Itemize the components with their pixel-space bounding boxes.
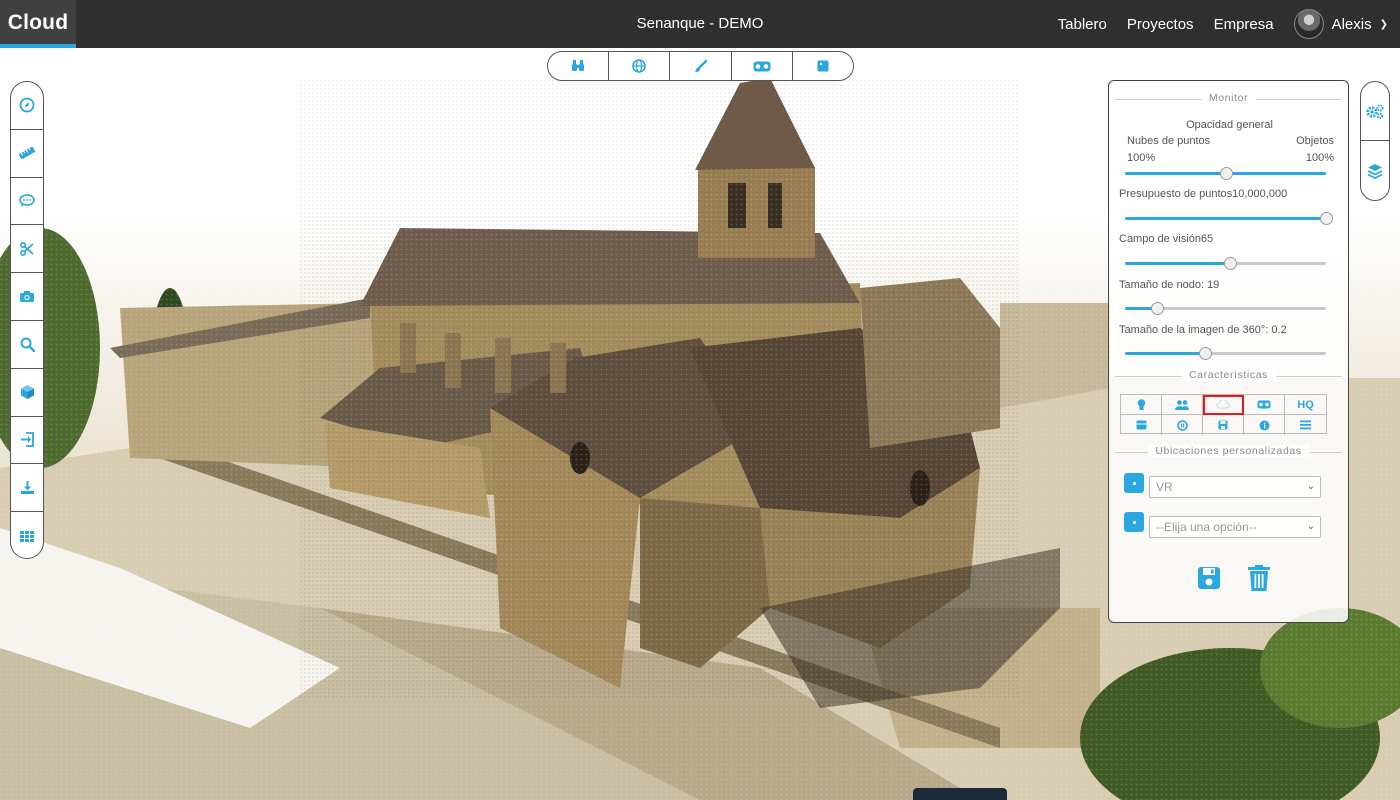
location-select-option[interactable]: --Elija una opción-- ⌄ [1149, 516, 1321, 538]
brush-icon[interactable] [670, 52, 732, 80]
camera-icon[interactable] [11, 273, 43, 321]
top-navbar: Cloud Senanque - DEMO Tablero Proyectos … [0, 0, 1400, 48]
cube-icon[interactable] [11, 369, 43, 417]
location-marker-button[interactable] [1124, 473, 1144, 493]
brand-logo[interactable]: Cloud [0, 0, 76, 48]
custom-locations-title: Ubicaciones personalizadas [1147, 445, 1310, 457]
grid-icon[interactable] [11, 512, 43, 558]
save-icon [1198, 567, 1220, 589]
hq-button[interactable]: HQ [1285, 395, 1326, 415]
settings-icon[interactable] [1361, 82, 1389, 141]
chevron-down-icon: ⌄ [1306, 481, 1315, 492]
node-size-label: Tamaño de nodo: 19 [1119, 279, 1220, 291]
nav-link-proyectos[interactable]: Proyectos [1127, 16, 1194, 33]
point-clouds-label: Nubes de puntos [1127, 135, 1211, 147]
binoculars-icon[interactable] [548, 52, 610, 80]
nav-link-tablero[interactable]: Tablero [1058, 16, 1107, 33]
opacity-slider[interactable] [1125, 167, 1326, 180]
import-icon[interactable] [11, 417, 43, 465]
custom-locations-section: Ubicaciones personalizadas [1115, 445, 1342, 457]
monitor-title: Monitor [1200, 92, 1257, 104]
nav-links: Tablero Proyectos Empresa Alexis ❯ [1058, 0, 1388, 48]
info-icon[interactable] [1244, 415, 1285, 435]
download-icon[interactable] [11, 464, 43, 513]
monitor-section: Monitor [1115, 92, 1342, 104]
save-icon[interactable] [1203, 415, 1244, 435]
objects-label: Objetos [1296, 135, 1334, 147]
monitor-panel: Monitor Opacidad general Nubes de puntos… [1108, 80, 1349, 623]
fov-label: Campo de visión65 [1119, 233, 1214, 245]
point-budget-slider[interactable] [1125, 212, 1333, 225]
chevron-down-icon: ❯ [1379, 18, 1388, 30]
globe-icon[interactable] [609, 52, 671, 80]
vr-goggles-icon[interactable] [732, 52, 793, 80]
right-toolbar [1360, 81, 1390, 201]
left-toolbar [10, 81, 44, 559]
list-icon[interactable] [1285, 415, 1326, 435]
user-menu[interactable]: Alexis ❯ [1293, 9, 1388, 39]
point-budget-label: Presupuesto de puntos10,000,000 [1119, 188, 1288, 200]
image-360-size-slider[interactable] [1125, 347, 1326, 360]
ruler-icon[interactable] [11, 130, 43, 178]
viewer-toolbar [547, 51, 854, 81]
scissors-icon[interactable] [11, 225, 43, 274]
square-icon[interactable] [793, 52, 853, 80]
features-title: Características [1180, 369, 1277, 381]
location-select-vr-value: VR [1156, 480, 1173, 494]
compass-icon[interactable] [11, 82, 43, 130]
location-select-option-value: --Elija una opción-- [1156, 520, 1257, 534]
fov-value: 65 [1200, 233, 1214, 245]
point-budget-value: 10,000,000 [1232, 188, 1288, 200]
user-name: Alexis [1331, 15, 1372, 33]
features-section: Características [1115, 369, 1342, 381]
cloud-icon[interactable] [1203, 395, 1244, 415]
comment-icon[interactable] [11, 178, 43, 226]
objects-value: 100% [1305, 152, 1334, 164]
chevron-down-icon: ⌄ [1306, 521, 1315, 532]
vr-goggles-feature-icon[interactable] [1244, 395, 1285, 415]
bottom-tab[interactable] [913, 788, 1007, 800]
nav-link-empresa[interactable]: Empresa [1214, 16, 1274, 33]
save-location-button[interactable] [1197, 566, 1221, 593]
fov-slider[interactable] [1125, 257, 1326, 270]
users-icon[interactable] [1162, 395, 1203, 415]
features-grid: HQ [1120, 394, 1327, 435]
search-icon[interactable] [11, 321, 43, 369]
layers-icon[interactable] [1361, 141, 1389, 200]
location-add-button[interactable] [1124, 512, 1144, 532]
location-select-vr[interactable]: VR ⌄ [1149, 476, 1321, 498]
image-360-size-label: Tamaño de la imagen de 360°: 0.2 [1119, 324, 1287, 336]
opacity-title: Opacidad general [1186, 119, 1273, 131]
bulb-icon[interactable] [1121, 395, 1162, 415]
trash-icon [1248, 565, 1270, 591]
pause-icon[interactable] [1162, 415, 1203, 435]
node-size-slider[interactable] [1125, 302, 1326, 315]
point-clouds-value: 100% [1127, 152, 1156, 164]
delete-location-button[interactable] [1247, 565, 1271, 595]
avatar [1293, 9, 1324, 39]
box-icon[interactable] [1121, 415, 1162, 435]
